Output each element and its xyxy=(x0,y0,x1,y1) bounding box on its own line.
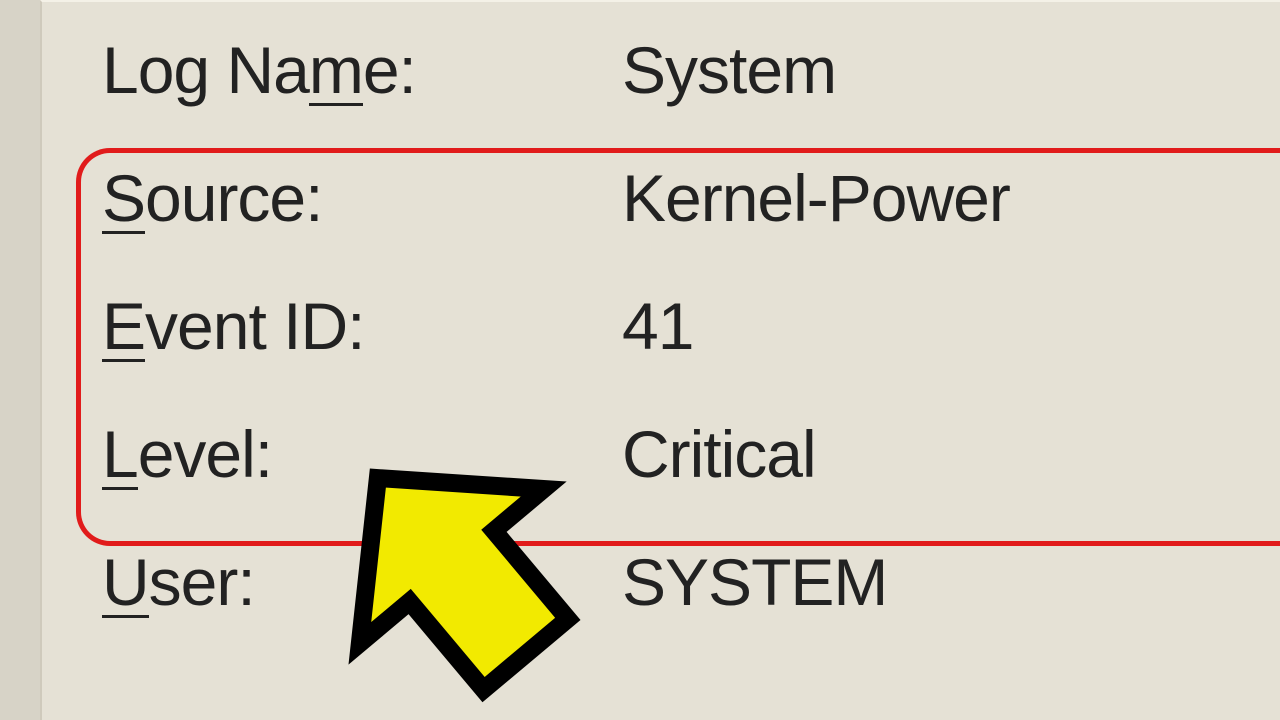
label-event-id-text: vent ID: xyxy=(145,289,364,363)
mnemonic-e: E xyxy=(102,288,145,364)
mnemonic-m: m xyxy=(309,32,363,108)
value-log-name: System xyxy=(622,32,836,108)
row-source: Source: Kernel-Power xyxy=(102,160,1280,288)
mnemonic-u: U xyxy=(102,544,149,620)
label-log-name: Log Name: xyxy=(102,32,622,108)
row-log-name: Log Name: System xyxy=(102,32,1280,160)
value-source: Kernel-Power xyxy=(622,160,1010,236)
label-source: Source: xyxy=(102,160,622,236)
event-details-panel: Log Name: System Source: Kernel-Power Ev… xyxy=(40,0,1280,720)
value-level: Critical xyxy=(622,416,816,492)
row-level: Level: Critical xyxy=(102,416,1280,544)
label-user: User: xyxy=(102,544,622,620)
label-event-id: Event ID: xyxy=(102,288,622,364)
label-level-text: evel: xyxy=(138,417,272,491)
label-log-name-text-pre: Log Na xyxy=(102,33,309,107)
value-event-id: 41 xyxy=(622,288,693,364)
label-level: Level: xyxy=(102,416,622,492)
label-log-name-text-post: e: xyxy=(363,33,416,107)
row-event-id: Event ID: 41 xyxy=(102,288,1280,416)
value-user: SYSTEM xyxy=(622,544,887,620)
label-user-text: ser: xyxy=(149,545,255,619)
label-source-text: ource: xyxy=(145,161,322,235)
row-user: User: SYSTEM xyxy=(102,544,1280,672)
mnemonic-s: S xyxy=(102,160,145,236)
mnemonic-l: L xyxy=(102,416,138,492)
